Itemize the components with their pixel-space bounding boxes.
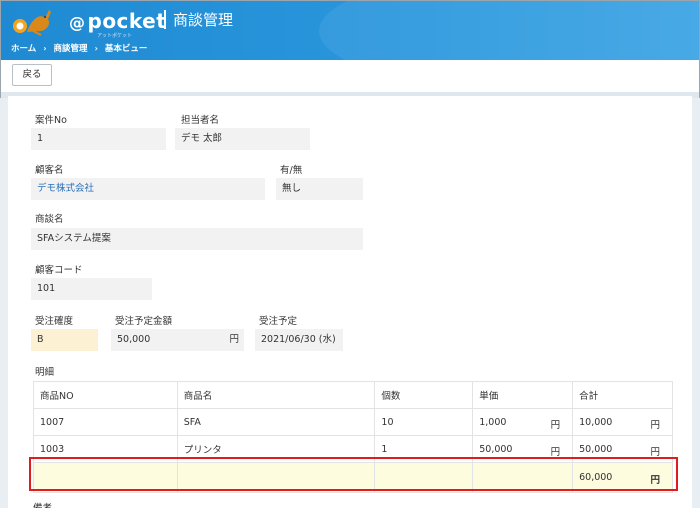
total-row: 60,000 円 (33, 462, 673, 493)
deal-name-label: 商談名 (35, 214, 64, 225)
product-name-cell: プリンタ (176, 435, 376, 463)
header-wave-decoration (319, 1, 699, 60)
column-header: 商品NO (33, 381, 178, 409)
order-certainty-value: B (31, 329, 98, 351)
product-no-cell: 1003 (33, 435, 178, 463)
logo-subtext: アットポケット (97, 33, 133, 39)
customer-code-value: 101 (31, 278, 152, 300)
column-header: 合計 (572, 381, 673, 409)
yen-unit: 円 (650, 447, 660, 458)
breadcrumb-basic-view: 基本ビュー (104, 44, 148, 54)
title-divider (164, 10, 166, 29)
yen-unit: 円 (550, 447, 561, 458)
product-name-cell: SFA (176, 408, 376, 436)
deal-name-value: SFAシステム提案 (31, 228, 363, 250)
unit-price-cell: 1,000 円 (472, 408, 574, 436)
order-amount-label: 受注予定金額 (115, 316, 173, 327)
table-row: 1007 SFA 10 1,000 円 10,000 円 (33, 408, 673, 436)
details-label: 明細 (35, 367, 55, 378)
quantity-cell: 10 (374, 408, 474, 436)
grand-total-cell: 60,000 円 (572, 462, 673, 493)
order-date-label: 受注予定 (259, 316, 298, 327)
yen-unit: 円 (650, 420, 660, 431)
product-no-cell: 1007 (33, 408, 178, 436)
order-amount-value: 50,000 (117, 334, 151, 345)
yen-unit: 円 (650, 475, 660, 486)
owner-value: デモ 太郎 (175, 128, 310, 150)
case-no-value: 1 (31, 128, 166, 150)
owner-label: 担当者名 (181, 115, 220, 126)
order-amount-field: 50,000 円 (111, 329, 244, 351)
back-button[interactable]: 戻る (12, 64, 52, 86)
empty-cell (33, 462, 178, 493)
yen-unit: 円 (229, 334, 239, 345)
empty-cell (374, 462, 474, 493)
customer-code-label: 顧客コード (35, 265, 83, 276)
customer-label: 顧客名 (35, 165, 64, 176)
column-header: 商品名 (176, 381, 376, 409)
chevron-right-icon: › (94, 43, 98, 53)
page-title: 商談管理 (173, 11, 234, 29)
empty-cell (472, 462, 574, 493)
total-cell: 10,000 円 (572, 408, 673, 436)
chevron-right-icon: › (43, 43, 47, 53)
logo-text: @ pocket (69, 9, 167, 33)
column-header: 単価 (472, 381, 574, 409)
breadcrumb: ホーム › 商談管理 › 基本ビュー (11, 42, 148, 55)
presence-label: 有/無 (280, 165, 303, 176)
table-header-row: 商品NO 商品名 個数 単価 合計 (33, 381, 673, 409)
details-table: 商品NO 商品名 個数 単価 合計 1007 SFA 10 1,000 円 10,… (33, 381, 673, 493)
yen-unit: 円 (550, 420, 561, 431)
toolbar: 戻る (0, 60, 700, 92)
presence-value: 無し (276, 178, 363, 200)
column-header: 個数 (374, 381, 474, 409)
kangaroo-logo-icon (13, 10, 51, 36)
total-cell: 50,000 円 (572, 435, 673, 463)
order-date-value: 2021/06/30 (水) (255, 329, 343, 351)
breadcrumb-home[interactable]: ホーム (11, 42, 36, 54)
unit-price-cell: 50,000 円 (472, 435, 574, 463)
order-certainty-label: 受注確度 (35, 316, 74, 327)
table-row: 1003 プリンタ 1 50,000 円 50,000 円 (33, 435, 673, 463)
case-no-label: 案件No (35, 115, 67, 126)
customer-link[interactable]: デモ株式会社 (31, 178, 265, 200)
remarks-label: 備考 (33, 500, 52, 508)
empty-cell (176, 462, 376, 493)
breadcrumb-deals[interactable]: 商談管理 (54, 42, 88, 54)
quantity-cell: 1 (374, 435, 474, 463)
app-header: @ pocket アットポケット 商談管理 ホーム › 商談管理 › 基本ビュー (0, 0, 700, 60)
